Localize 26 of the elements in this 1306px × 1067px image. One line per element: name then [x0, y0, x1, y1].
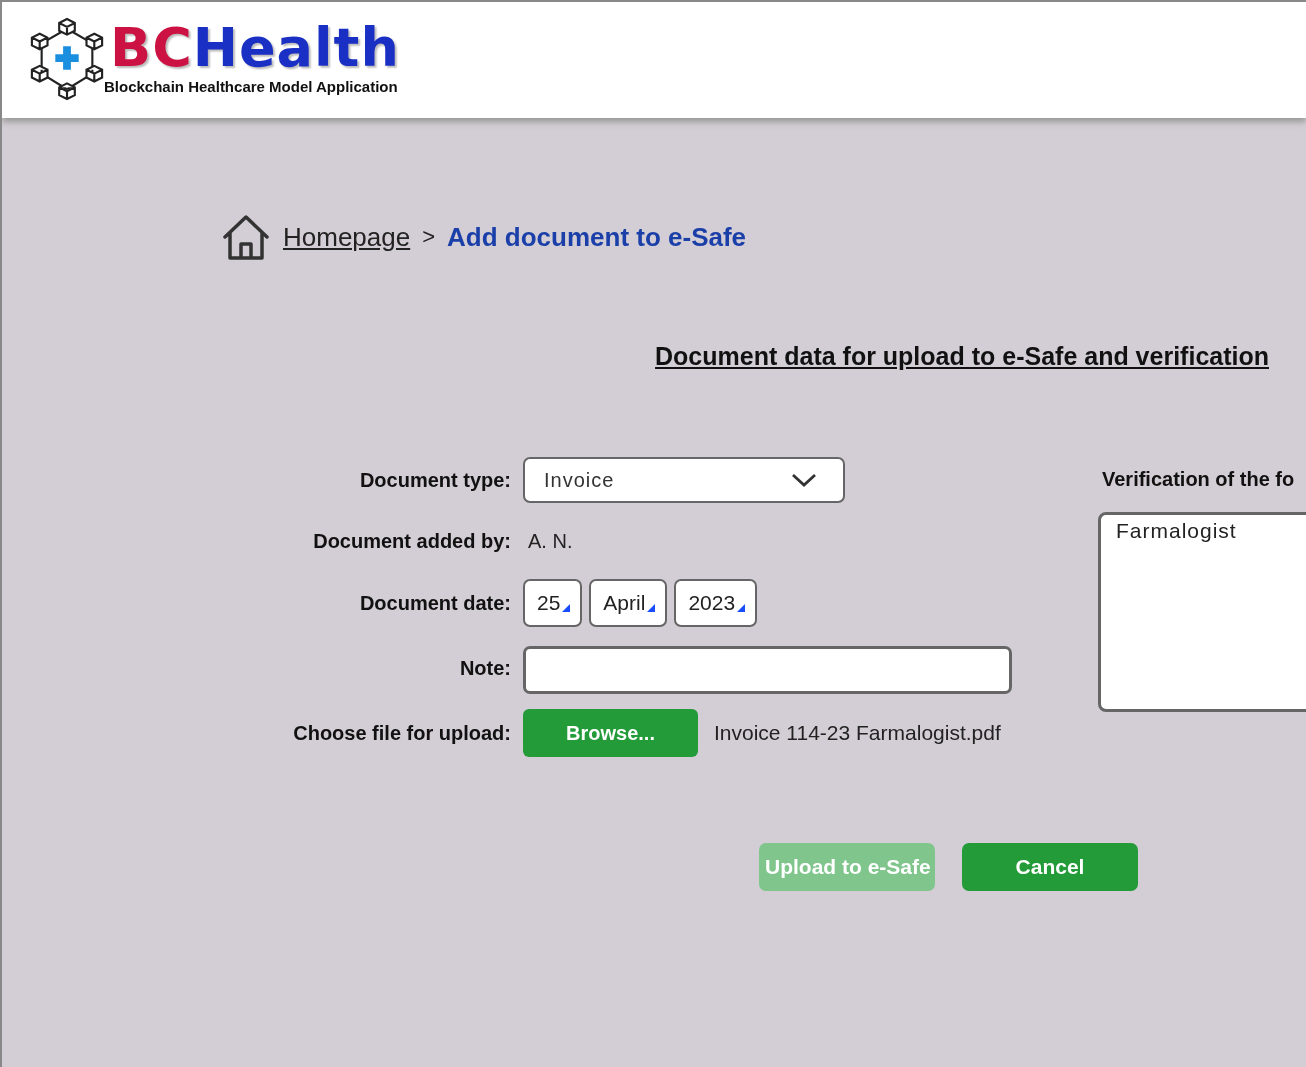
app-logo-text: BCHealth — [110, 17, 400, 78]
verification-list[interactable]: Farmalogist — [1098, 512, 1306, 712]
field-label: Document date: — [358, 591, 511, 615]
field-label: Note: — [458, 656, 511, 680]
note-input[interactable] — [523, 646, 1012, 694]
chevron-down-icon — [791, 472, 817, 488]
added-by-value: A. N. — [527, 529, 573, 553]
browse-button[interactable]: Browse... — [523, 709, 698, 757]
date-dropdown[interactable]: 2023 — [674, 579, 758, 627]
date-dropdown[interactable]: 25 — [523, 579, 583, 627]
blockchain-cross-logo-icon — [28, 17, 106, 103]
verification-title: Verification of the fo — [1101, 467, 1296, 492]
field-label: Document type: — [358, 468, 511, 492]
document-type-dropdown[interactable]: Invoice — [523, 457, 845, 503]
app-tagline: Blockchain Healthcare Model Application — [104, 77, 399, 95]
field-label: Document added by: — [312, 529, 511, 553]
field-label: Choose file for upload: — [292, 721, 511, 745]
file-name: Invoice 114-23 Farmalogist.pdf — [714, 721, 1001, 745]
breadcrumb-link[interactable]: Homepage — [283, 221, 411, 253]
home-icon[interactable] — [221, 212, 271, 262]
list-option[interactable]: Farmalogist — [1116, 519, 1306, 543]
section-title: Document data for upload to e-Safe and verification — [654, 342, 1269, 371]
breadcrumb-current: Add document to e-Safe — [447, 221, 747, 253]
breadcrumb-separator: > — [422, 224, 436, 250]
date-dropdown[interactable]: April — [589, 579, 668, 627]
action-button[interactable]: Cancel — [962, 843, 1138, 891]
